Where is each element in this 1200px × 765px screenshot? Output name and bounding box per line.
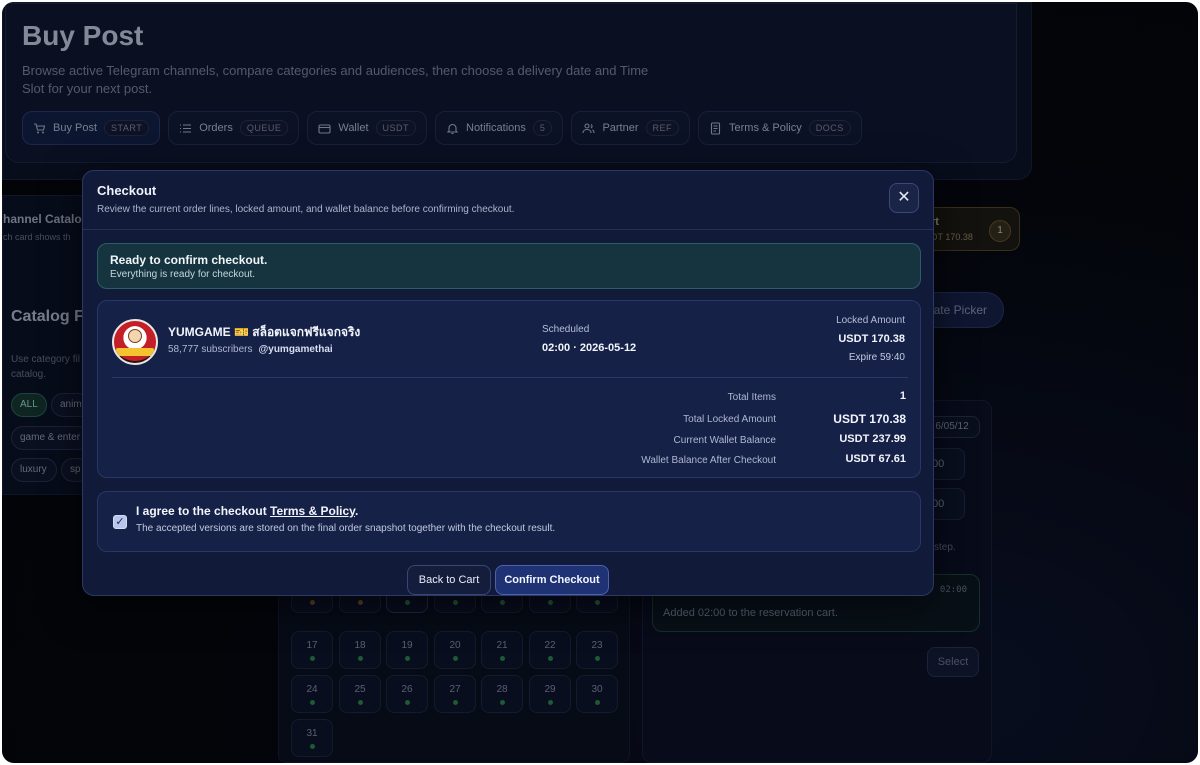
terms-note: The accepted versions are stored on the …	[136, 523, 556, 534]
expire-timer: Expire 59:40	[848, 352, 905, 363]
channel-handle[interactable]: @yumgamethai	[259, 344, 333, 355]
confirm-checkout-button[interactable]: Confirm Checkout	[495, 565, 609, 595]
back-to-cart-button[interactable]: Back to Cart	[407, 565, 491, 595]
summary-balance-after: Wallet Balance After Checkout USDT 67.61	[398, 453, 906, 471]
checkout-modal: Checkout Review the current order lines,…	[82, 170, 934, 596]
terms-checkbox[interactable]: ✓	[113, 515, 127, 529]
order-line-card: YUMGAME 🎫 สล็อตแจกฟรีแจกจริง 58,777 subs…	[97, 300, 921, 478]
ready-text: Everything is ready for checkout.	[110, 269, 256, 280]
close-button[interactable]: ✕	[889, 183, 919, 213]
terms-agreement-text: I agree to the checkout Terms & Policy.	[136, 504, 358, 518]
locked-amount-label: Locked Amount	[836, 315, 905, 326]
close-icon: ✕	[897, 189, 911, 206]
agree-prefix: I agree to the checkout	[136, 504, 271, 518]
ready-title: Ready to confirm checkout.	[110, 253, 268, 267]
scheduled-value: 02:00 · 2026-05-12	[542, 342, 637, 354]
ready-status-banner: Ready to confirm checkout. Everything is…	[97, 243, 921, 289]
card-divider	[112, 377, 908, 378]
summary-value: USDT 67.61	[845, 453, 906, 465]
avatar-banner	[116, 348, 154, 356]
locked-amount-value: USDT 170.38	[838, 333, 905, 345]
channel-meta: 58,777 subscribers @yumgamethai	[168, 344, 333, 355]
summary-value: 1	[899, 390, 906, 402]
modal-title: Checkout	[97, 183, 157, 198]
agree-suffix: .	[354, 504, 359, 518]
app-frame: Buy Post Browse active Telegram channels…	[2, 2, 1198, 763]
modal-subtitle: Review the current order lines, locked a…	[97, 204, 515, 215]
terms-policy-link[interactable]: Terms & Policy	[270, 504, 355, 518]
modal-divider	[83, 229, 933, 230]
summary-label: Total Items	[727, 392, 776, 403]
channel-name: YUMGAME 🎫 สล็อตแจกฟรีแจกจริง	[168, 325, 361, 339]
summary-label: Total Locked Amount	[683, 414, 776, 425]
terms-agreement-box: ✓ I agree to the checkout Terms & Policy…	[97, 491, 921, 552]
avatar-face	[128, 329, 142, 343]
summary-total-locked: Total Locked Amount USDT 170.38	[398, 412, 906, 430]
summary-label: Wallet Balance After Checkout	[641, 455, 776, 466]
check-icon: ✓	[115, 516, 125, 528]
subscriber-count: 58,777 subscribers	[168, 344, 253, 355]
summary-current-balance: Current Wallet Balance USDT 237.99	[398, 433, 906, 451]
channel-avatar	[112, 319, 158, 365]
summary-total-items: Total Items 1	[398, 390, 906, 408]
summary-label: Current Wallet Balance	[673, 435, 776, 446]
scheduled-label: Scheduled	[542, 324, 590, 335]
summary-value: USDT 237.99	[839, 433, 906, 445]
summary-value: USDT 170.38	[833, 412, 906, 426]
